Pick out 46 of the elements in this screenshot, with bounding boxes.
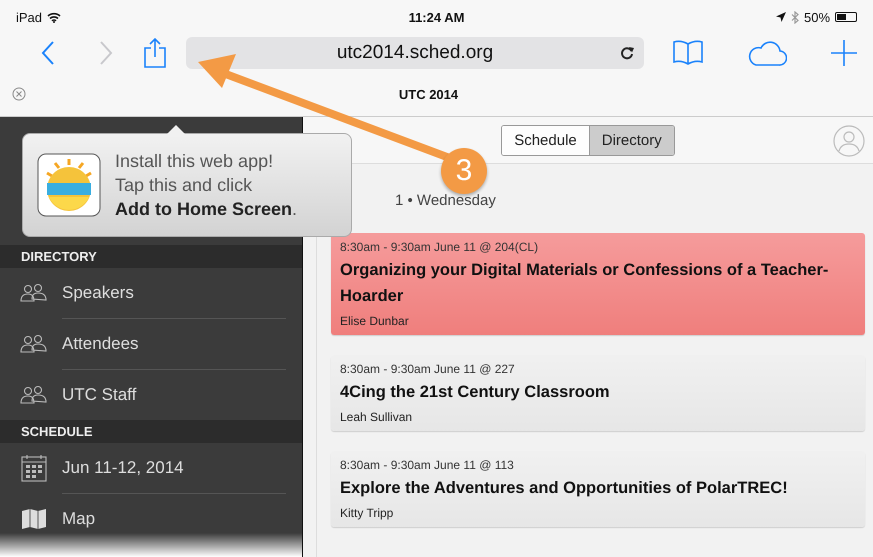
people-icon [20, 385, 48, 405]
people-icon [20, 334, 48, 354]
view-tab[interactable]: Directory [588, 126, 674, 154]
session-card[interactable]: 8:30am - 9:30am June 11 @ 227 4Cing the 21st Century Classroom Leah Sullivan [331, 355, 865, 431]
book-icon[interactable] [673, 40, 703, 66]
sidebar-item[interactable]: Speakers [0, 268, 302, 318]
address-bar[interactable]: utc2014.sched.org [186, 37, 644, 69]
section-header: DIRECTORY [0, 245, 302, 268]
page-title: UTC 2014 [398, 86, 460, 102]
cloud-icon[interactable] [747, 40, 787, 66]
sidebar-item[interactable]: UTC Staff [0, 370, 302, 420]
bluetooth-icon [790, 10, 799, 24]
people-icon [20, 283, 48, 303]
back-icon[interactable] [40, 40, 56, 66]
battery-percentage: 50% [804, 10, 830, 24]
session-title: Organizing your Digital Materials or Confessions of a Teacher-Hoarder [340, 260, 830, 307]
plus-icon[interactable] [831, 40, 857, 66]
sidebar-item[interactable]: Map [0, 494, 302, 544]
session-time: 8:30am - 9:30am June 11 @ 227 [340, 362, 516, 376]
session-card[interactable]: 8:30am - 9:30am June 11 @ 113 Explore the Adventures and Opportunities of PolarTREC! Kitty Tripp [331, 451, 865, 527]
calendar-icon [20, 454, 48, 482]
session-card[interactable]: 8:30am - 9:30am June 11 @ 204(CL) Organizing your Digital Materials or Confessions of a Teacher-Hoarder Elise Dunbar [331, 233, 865, 335]
session-title: 4Cing the 21st Century Classroom [340, 382, 611, 403]
device-name: iPad [16, 10, 42, 24]
wifi-icon [47, 12, 62, 22]
install-message: Install this web app! Tap this and click Add to Home Screen. [115, 150, 298, 221]
clock-time: 11:24 AM [408, 10, 464, 24]
close-tab-icon[interactable] [12, 87, 26, 101]
session-speaker: Leah Sullivan [340, 410, 414, 424]
session-speaker: Elise Dunbar [340, 314, 410, 328]
session-title: Explore the Adventures and Opportunities of PolarTREC! [340, 478, 789, 499]
session-time: 8:30am - 9:30am June 11 @ 113 [340, 458, 515, 472]
battery-icon [835, 12, 858, 22]
sun-logo-icon [37, 153, 101, 217]
session-time: 8:30am - 9:30am June 11 @ 204(CL) [340, 240, 540, 254]
view-tab[interactable]: Schedule [502, 126, 589, 154]
share-icon[interactable] [144, 38, 166, 68]
location-arrow-icon [776, 12, 786, 22]
user-avatar-icon[interactable] [833, 125, 865, 157]
sidebar-item[interactable]: Attendees [0, 319, 302, 369]
day-heading: 1 • Wednesday [395, 192, 496, 209]
map-icon [20, 508, 48, 530]
reload-icon[interactable] [620, 45, 634, 60]
session-speaker: Kitty Tripp [340, 506, 394, 520]
section-header: SCHEDULE [0, 420, 302, 443]
sidebar-item[interactable]: Jun 11-12, 2014 [0, 443, 302, 493]
